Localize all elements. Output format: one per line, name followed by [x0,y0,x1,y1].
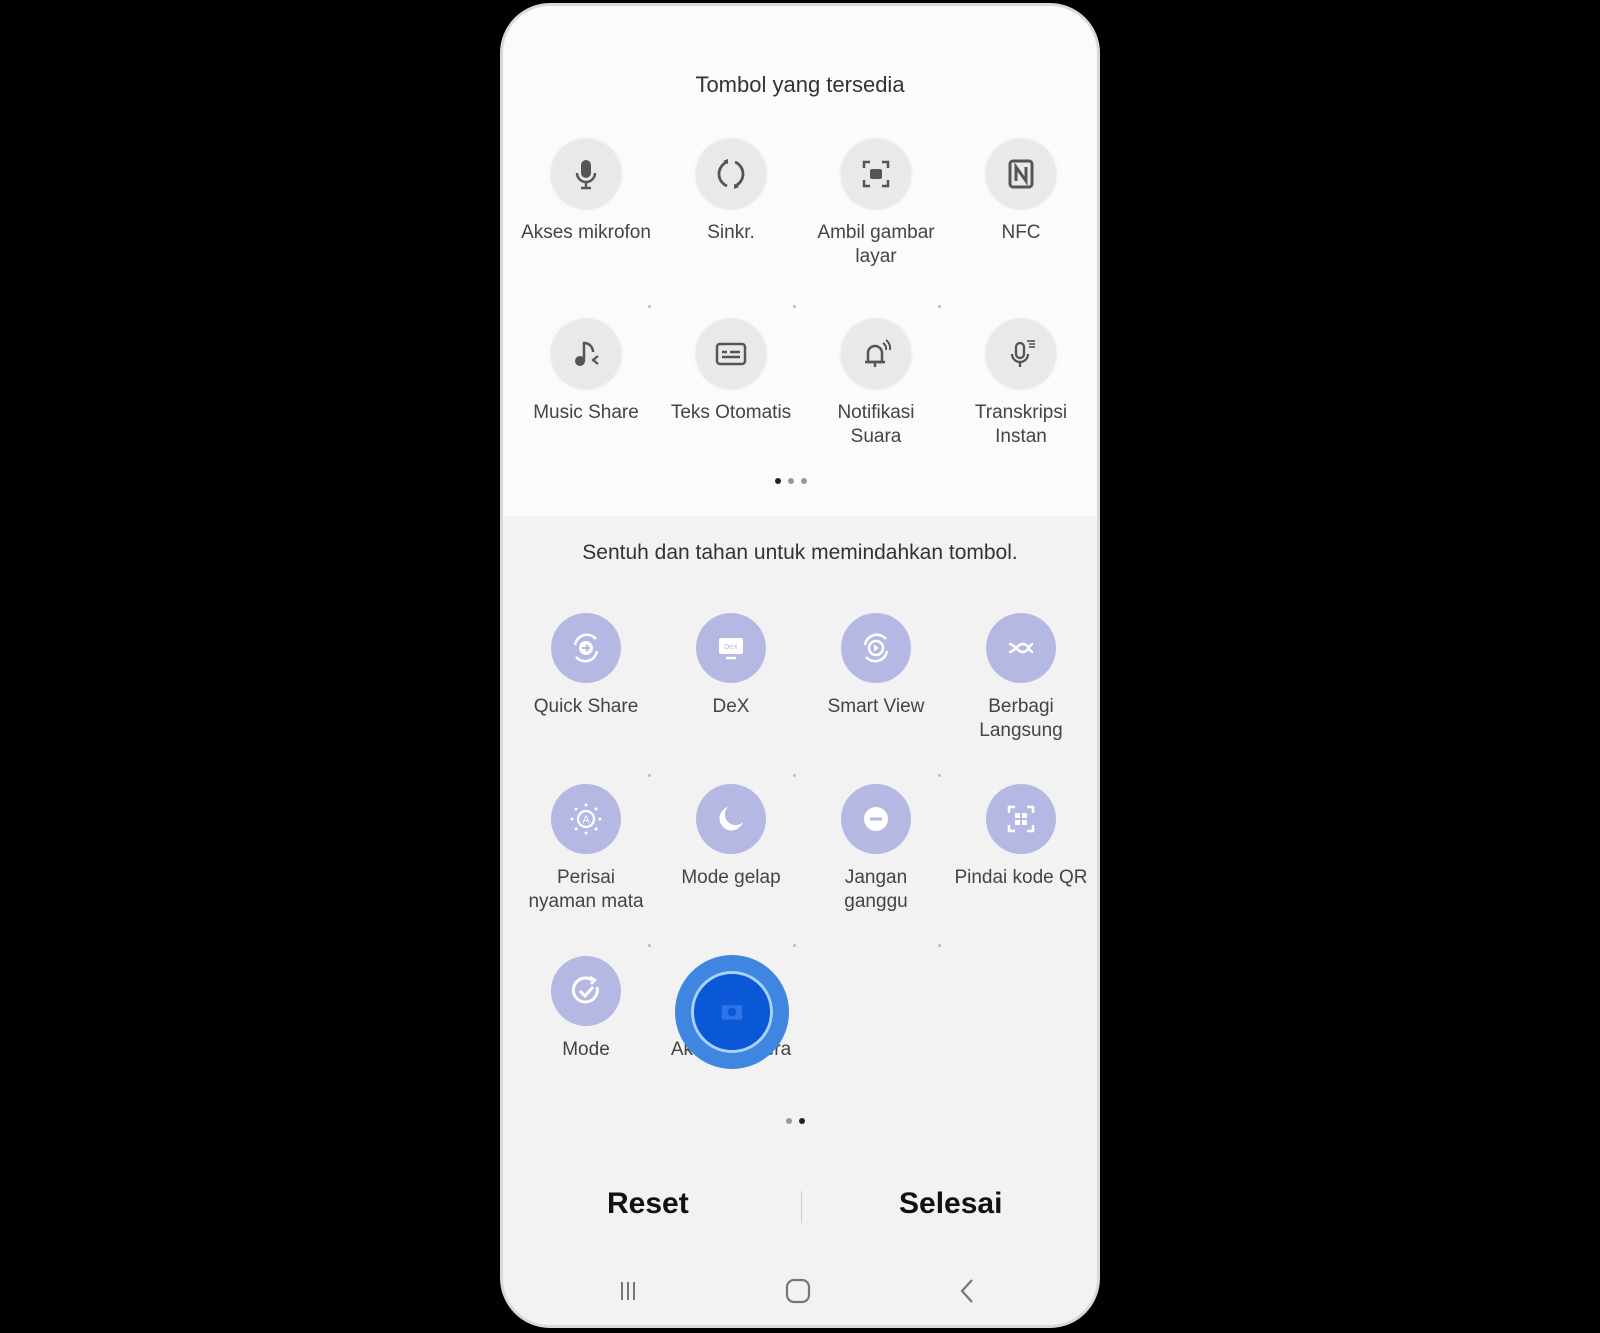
item-label: Music Share [533,402,639,423]
eye-comfort-icon: A [551,784,621,854]
item-label: DeX [712,696,750,717]
dragging-button-camera-access[interactable] [675,955,789,1069]
quick-share-icon [551,613,621,683]
live-transcribe-icon [986,319,1056,389]
available-button-microphone-access[interactable]: Akses mikrofon [512,139,660,245]
grid-separator [938,774,941,777]
grid-separator [793,944,796,947]
do-not-disturb-icon [841,784,911,854]
available-buttons-title: Tombol yang tersedia [695,72,905,97]
item-label: Mode [562,1039,610,1060]
grid-separator [793,774,796,777]
active-buttons-hint: Sentuh dan tahan untuk memindahkan tombo… [582,541,1018,564]
home-icon [785,1278,811,1304]
svg-text:DeX: DeX [724,644,738,651]
item-label: Berbagi Langsung [979,696,1063,741]
back-icon [960,1279,973,1303]
home-button[interactable] [778,1271,818,1311]
available-button-nfc[interactable]: NFC [947,139,1095,245]
microphone-icon [551,139,621,209]
item-label: Akses mikrofon [521,222,651,243]
active-button-quick-share[interactable]: Quick Share [512,613,660,719]
page-dot-1[interactable] [786,1118,792,1124]
available-button-music-share[interactable]: Music Share [512,319,660,425]
recent-apps-button[interactable] [608,1271,648,1311]
qr-scan-icon [986,784,1056,854]
item-label: Teks Otomatis [670,402,792,423]
item-label: Pindai kode QR [954,867,1088,888]
grid-separator [648,774,651,777]
page-dot-1[interactable] [775,478,781,484]
item-label: Mode gelap [681,867,781,888]
item-label: Sinkr. [707,222,755,243]
reset-button[interactable]: Reset [601,1186,695,1222]
item-label: Perisai nyaman mata [528,867,644,912]
available-pager[interactable] [775,478,807,484]
screenshot-icon [841,139,911,209]
recent-apps-icon [621,1282,635,1300]
page-dot-2[interactable] [799,1118,805,1124]
active-button-smart-view[interactable]: Smart View [802,613,950,719]
back-button[interactable] [948,1271,988,1311]
active-button-eye-comfort[interactable]: A Perisai nyaman mata [512,784,660,914]
grid-separator [938,944,941,947]
done-button[interactable]: Selesai [893,1186,1008,1222]
available-button-screenshot[interactable]: Ambil gambar layar [802,139,950,269]
active-button-direct-share[interactable]: Berbagi Langsung [947,613,1095,743]
available-buttons-panel: Tombol yang tersedia Akses mikrofon Sink… [503,6,1097,516]
available-button-sound-notifications[interactable]: Notifikasi Suara [802,319,950,449]
item-label: Smart View [827,696,925,717]
active-button-modes[interactable]: Mode [512,956,660,1062]
item-label: Jangan ganggu [844,867,908,912]
sound-notification-icon [841,319,911,389]
footer-divider [801,1191,802,1223]
available-button-live-transcribe[interactable]: Transkripsi Instan [947,319,1095,449]
dark-mode-icon [696,784,766,854]
direct-share-icon [986,613,1056,683]
camera-access-icon [691,971,773,1053]
grid-separator [793,305,796,308]
page-dot-3[interactable] [801,478,807,484]
nfc-icon [986,139,1056,209]
active-button-dex[interactable]: DeX DeX [657,613,805,719]
available-button-live-caption[interactable]: Teks Otomatis [657,319,805,425]
item-label: Quick Share [533,696,639,717]
phone-screen: Tombol yang tersedia Akses mikrofon Sink… [500,3,1100,1328]
page-dot-2[interactable] [788,478,794,484]
grid-separator [648,305,651,308]
music-share-icon [551,319,621,389]
smart-view-icon [841,613,911,683]
item-label: Ambil gambar layar [817,222,935,267]
svg-text:A: A [582,814,590,826]
grid-separator [648,944,651,947]
active-button-do-not-disturb[interactable]: Jangan ganggu [802,784,950,914]
grid-separator [938,305,941,308]
item-label: Transkripsi Instan [974,402,1068,447]
available-button-sync[interactable]: Sinkr. [657,139,805,245]
active-button-qr-scan[interactable]: Pindai kode QR [947,784,1095,890]
modes-icon [551,956,621,1026]
active-button-dark-mode[interactable]: Mode gelap [657,784,805,890]
dex-icon: DeX [696,613,766,683]
item-label: Notifikasi Suara [837,402,915,447]
item-label: NFC [1001,222,1041,243]
sync-icon [696,139,766,209]
active-pager[interactable] [786,1118,805,1124]
live-caption-icon [696,319,766,389]
